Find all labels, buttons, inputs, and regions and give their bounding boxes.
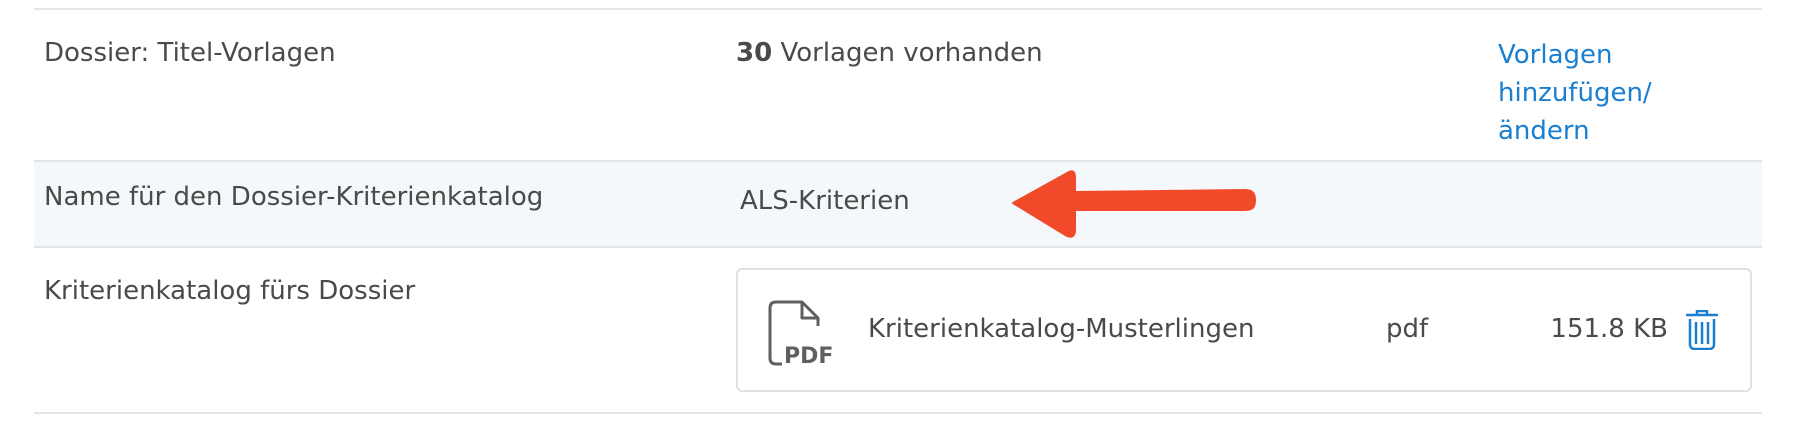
- pdf-icon-label: PDF: [784, 344, 833, 366]
- link-line-2[interactable]: hinzufügen/: [1498, 74, 1698, 112]
- link-line-1[interactable]: Vorlagen: [1498, 36, 1698, 74]
- file-attachment-card[interactable]: PDF Kriterienkatalog-Musterlingen pdf 15…: [736, 268, 1752, 392]
- add-change-templates-link[interactable]: Vorlagen hinzufügen/ ändern: [1498, 36, 1698, 150]
- file-type: pdf: [1386, 314, 1429, 344]
- row-label: Dossier: Titel-Vorlagen: [44, 38, 336, 68]
- arrow-left-icon: [1012, 170, 1256, 238]
- row-catalog-name: Name für den Dossier-Kriterienkatalog AL…: [34, 162, 1762, 248]
- catalog-name-value: ALS-Kriterien: [740, 186, 910, 216]
- row-label: Name für den Dossier-Kriterienkatalog: [44, 182, 544, 212]
- row-title-templates: Dossier: Titel-Vorlagen 30 Vorlagen vorh…: [34, 10, 1762, 162]
- file-name[interactable]: Kriterienkatalog-Musterlingen: [868, 312, 1254, 346]
- trash-icon[interactable]: [1686, 310, 1718, 350]
- pdf-file-icon: PDF: [768, 300, 833, 366]
- link-line-3[interactable]: ändern: [1498, 112, 1698, 150]
- row-catalog-file: Kriterienkatalog fürs Dossier PDF Kriter…: [34, 248, 1762, 414]
- templates-count-text: 30 Vorlagen vorhanden: [736, 36, 1043, 70]
- templates-count-suffix: Vorlagen vorhanden: [772, 38, 1043, 68]
- row-label: Kriterienkatalog fürs Dossier: [44, 276, 416, 306]
- settings-table: Dossier: Titel-Vorlagen 30 Vorlagen vorh…: [34, 8, 1762, 414]
- file-size: 151.8 KB: [1550, 314, 1668, 344]
- templates-count: 30: [736, 38, 773, 68]
